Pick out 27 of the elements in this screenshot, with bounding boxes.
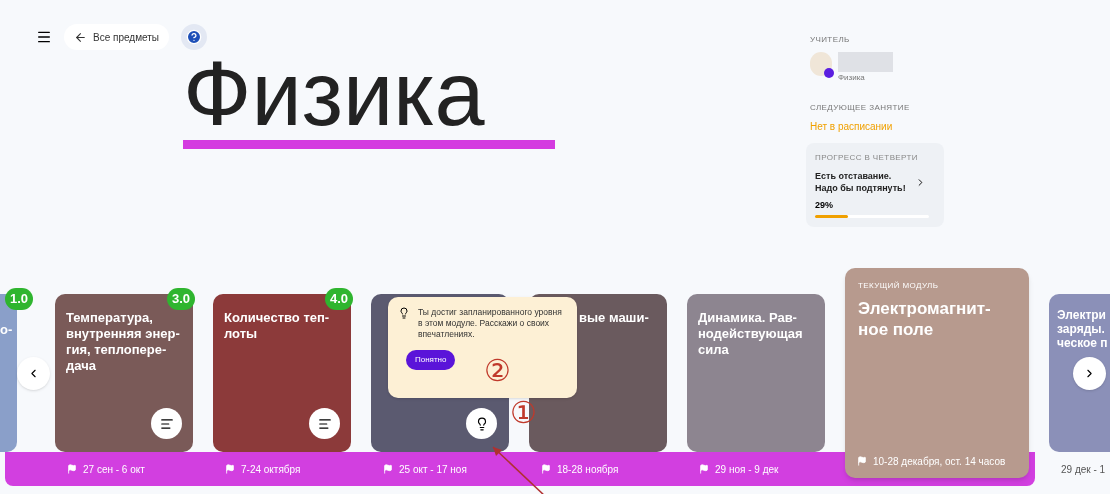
module-title: о- — [0, 321, 14, 339]
section-label: СЛЕДУЮЩЕЕ ЗАНЯТИЕ — [810, 102, 911, 114]
module-dates: 25 окт - 17 ноя — [399, 462, 467, 477]
module-title: Динамика. Рав-нодействующая сила — [698, 310, 804, 358]
page-title: Физика — [183, 54, 486, 134]
module-dates: 7-24 октября — [241, 462, 301, 477]
next-lesson-value: Нет в расписании — [810, 120, 894, 134]
module-title: Электри заряды. ческое п — [1057, 308, 1109, 350]
section-label: УЧИТЕЛЬ — [810, 34, 851, 46]
module-dates: 10-28 декабря, ост. 14 часов — [873, 454, 1006, 469]
module-title: Количество теп-лоты — [224, 310, 331, 342]
current-module-label: ТЕКУЩИЙ МОДУЛЬ — [857, 280, 940, 292]
annotation-number: ② — [484, 356, 511, 386]
grade-badge: 4.0 — [324, 288, 353, 310]
grade-badge: 1.0 — [5, 288, 34, 310]
module-dates: 27 сен - 6 окт — [83, 462, 145, 477]
module-title: вые маши- — [579, 310, 650, 326]
module-dates: 18-28 ноября — [557, 462, 619, 477]
module-title: Электромагнит-ное поле — [857, 298, 992, 340]
progress-label: ПРОГРЕСС В ЧЕТВЕРТИ — [815, 152, 919, 164]
grade-badge: 3.0 — [166, 288, 195, 310]
module-title: Температура, внутренняя энер-гия, теплопере-дача — [66, 310, 181, 374]
teacher-subject: Физика — [838, 72, 866, 84]
module-dates: 29 ноя - 9 дек — [715, 462, 779, 477]
progress-percent: 29% — [815, 199, 834, 212]
progress-message: Есть отставание. Надо бы подтянуть! — [815, 170, 907, 194]
module-dates: 29 дек - 1 — [1061, 462, 1106, 477]
